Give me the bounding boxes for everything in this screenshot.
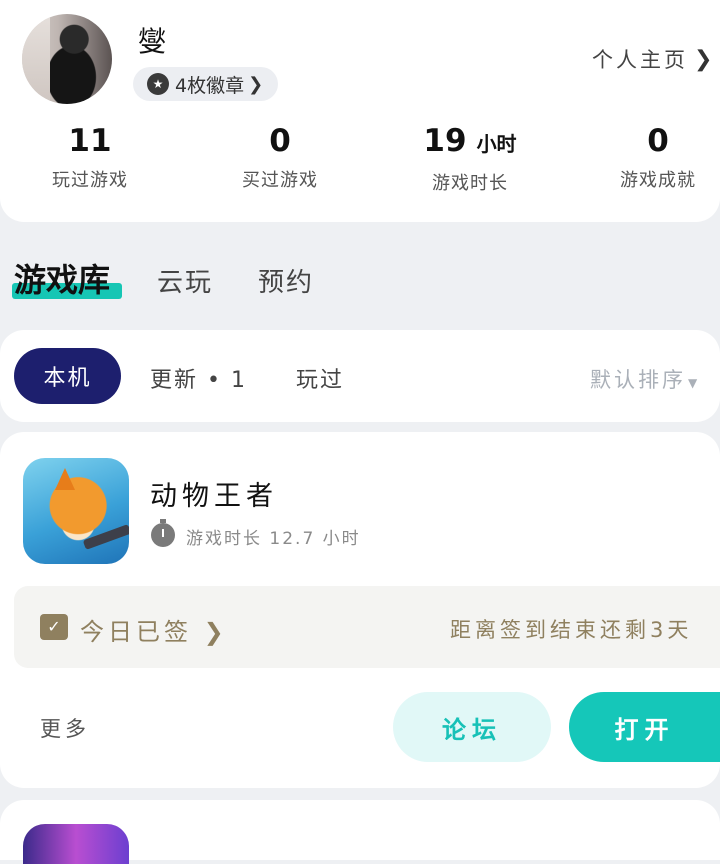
sort-dropdown[interactable]: 默认排序 ▼	[590, 364, 700, 394]
caret-down-icon: ▼	[688, 376, 701, 390]
stat-label: 玩过游戏	[52, 170, 128, 191]
game-title[interactable]: 动物王者	[150, 474, 278, 513]
chevron-right-icon: ❯	[248, 73, 264, 95]
tab-game-library[interactable]: 游戏库	[14, 255, 110, 301]
checkin-remaining: 距离签到结束还剩3天	[450, 618, 693, 642]
filter-local[interactable]: 本机	[14, 348, 121, 404]
stat-label: 游戏成就	[620, 170, 696, 191]
chevron-right-icon: ❯	[203, 618, 228, 646]
game-playtime: 游戏时长 12.7 小时	[186, 529, 361, 549]
tab-reservations[interactable]: 预约	[258, 262, 314, 299]
filter-updates[interactable]: 更新 • 1	[150, 362, 247, 394]
game-icon[interactable]	[23, 824, 129, 864]
avatar[interactable]	[22, 14, 112, 104]
stopwatch-icon	[151, 519, 175, 547]
stat-games-bought[interactable]: 0 买过游戏	[200, 122, 360, 192]
chevron-right-icon: ❯	[694, 46, 716, 72]
open-button[interactable]: 打开	[569, 692, 720, 762]
badges-label: 4枚徽章	[175, 74, 245, 97]
badges-button[interactable]: 4枚徽章 ❯	[133, 67, 278, 101]
tab-cloud-play[interactable]: 云玩	[157, 262, 213, 299]
forum-button[interactable]: 论坛	[393, 692, 551, 762]
stat-achievements[interactable]: 0 游戏成就	[578, 122, 720, 192]
stat-games-played[interactable]: 11 玩过游戏	[10, 122, 170, 192]
stat-value: 0	[647, 123, 669, 159]
medal-icon	[147, 73, 169, 95]
stat-unit: 小时	[476, 132, 517, 156]
game-icon[interactable]	[23, 458, 129, 564]
stat-value: 0	[269, 123, 291, 159]
homepage-label: 个人主页	[592, 48, 688, 72]
stat-play-time[interactable]: 19 小时 游戏时长	[390, 122, 550, 195]
stat-label: 买过游戏	[242, 170, 318, 191]
stat-label: 游戏时长	[432, 173, 508, 194]
stat-value: 19	[423, 123, 467, 159]
calendar-check-icon	[40, 614, 68, 640]
checkin-label: 今日已签	[80, 618, 192, 646]
username: 燮	[138, 25, 167, 58]
filter-played[interactable]: 玩过	[296, 362, 344, 394]
sort-label: 默认排序	[590, 368, 686, 392]
homepage-link[interactable]: 个人主页 ❯	[592, 44, 715, 74]
checkin-status[interactable]: 今日已签 ❯	[80, 612, 228, 647]
stat-value: 11	[68, 123, 112, 159]
more-button[interactable]: 更多	[40, 713, 90, 743]
